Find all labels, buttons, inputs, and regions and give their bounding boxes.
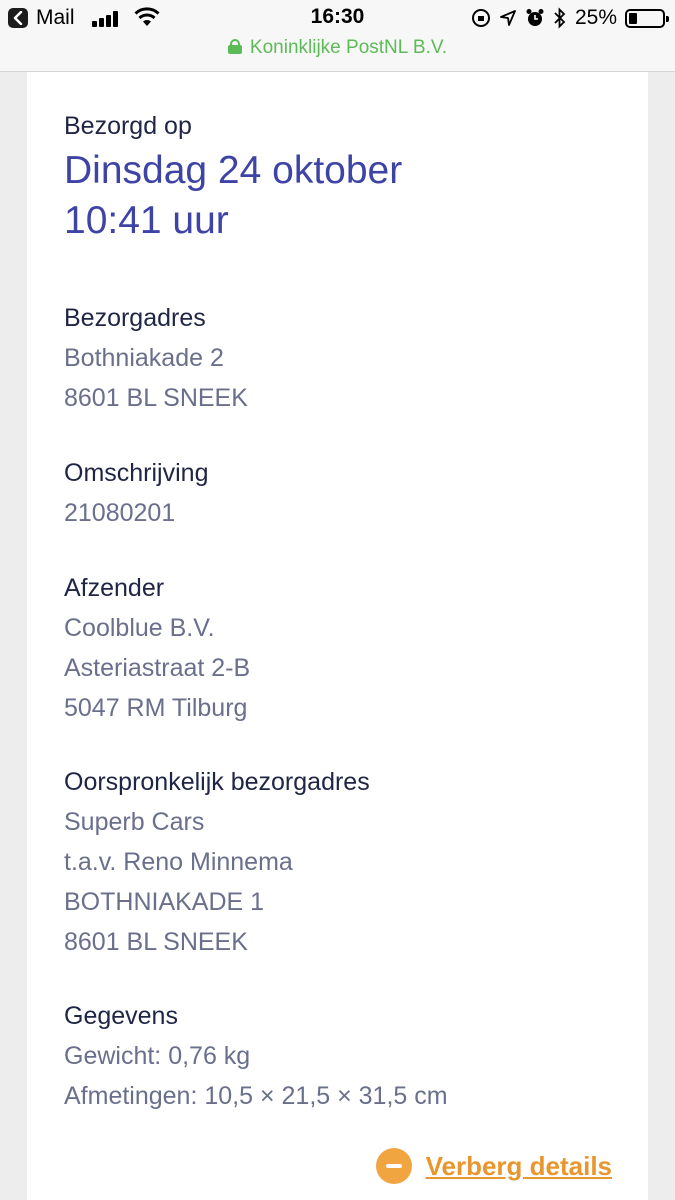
lock-icon [227, 39, 242, 54]
sender-line: Coolblue B.V. [64, 614, 215, 642]
address-line: Bothniakade 2 [64, 344, 224, 372]
details-label: Gegevens [64, 1002, 178, 1030]
weight-value: Gewicht: 0,76 kg [64, 1042, 251, 1070]
minus-circle-icon[interactable] [375, 1148, 412, 1184]
original-address-section: Oorspronkelijk bezorgadres Superb Cars t… [64, 762, 370, 962]
description-label: Omschrijving [64, 459, 209, 487]
bluetooth-icon [554, 7, 566, 29]
sender-line: Asteriastraat 2-B [64, 654, 251, 682]
battery-icon [625, 8, 669, 28]
browser-header: Mail 16:30 25% Koninklijke PostNL B.V. [0, 0, 675, 72]
original-address-label: Oorspronkelijk bezorgadres [64, 768, 370, 796]
delivered-on-section: Bezorgd op Dinsdag 24 oktober 10:41 uur [64, 106, 402, 246]
delivery-address-section: Bezorgadres Bothniakade 2 8601 BL SNEEK [64, 298, 248, 418]
status-bar: Mail 16:30 25% [0, 0, 675, 36]
details-section: Gegevens Gewicht: 0,76 kg Afmetingen: 10… [64, 996, 448, 1116]
battery-percentage: 25% [574, 6, 617, 29]
sender-label: Afzender [64, 574, 165, 602]
url-bar[interactable]: Koninklijke PostNL B.V. [0, 37, 675, 59]
hide-details-button[interactable]: Verberg details [375, 1148, 612, 1184]
alarm-icon [526, 9, 544, 26]
hide-details-link[interactable]: Verberg details [426, 1151, 612, 1182]
original-address-line: Superb Cars [64, 808, 205, 836]
sender-section: Afzender Coolblue B.V. Asteriastraat 2-B… [64, 568, 250, 728]
original-address-line: 8601 BL SNEEK [64, 928, 248, 956]
url-text[interactable]: Koninklijke PostNL B.V. [250, 37, 447, 58]
sender-line: 5047 RM Tilburg [64, 694, 248, 722]
address-line: 8601 BL SNEEK [64, 384, 248, 412]
original-address-line: BOTHNIAKADE 1 [64, 888, 265, 916]
delivered-on-label: Bezorgd op [64, 112, 192, 140]
status-right-icons: 25% [471, 5, 669, 31]
original-address-line: t.a.v. Reno Minnema [64, 848, 293, 876]
rotation-lock-icon [471, 9, 490, 27]
location-icon [500, 10, 516, 26]
description-value: 21080201 [64, 499, 176, 527]
dimensions-value: Afmetingen: 10,5 × 21,5 × 31,5 cm [64, 1082, 448, 1110]
delivery-time: 10:41 uur [64, 199, 229, 242]
delivery-date: Dinsdag 24 oktober [64, 149, 403, 192]
description-section: Omschrijving 21080201 [64, 453, 208, 533]
delivery-address-label: Bezorgadres [64, 304, 206, 332]
delivery-details-card: Bezorgd op Dinsdag 24 oktober 10:41 uur … [27, 72, 648, 1200]
